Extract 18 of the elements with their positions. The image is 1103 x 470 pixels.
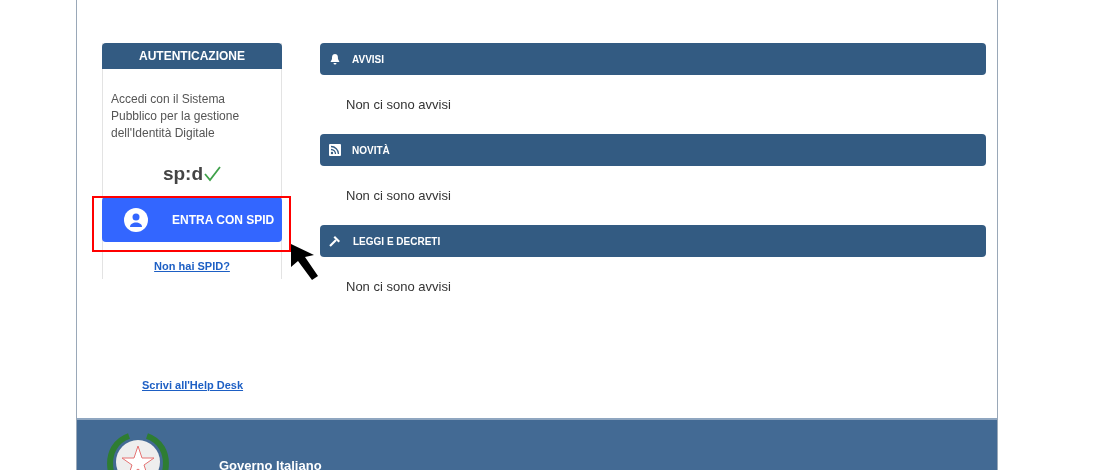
spid-login-button[interactable]: ENTRA CON SPID xyxy=(102,197,282,242)
section-title: LEGGI E DECRETI xyxy=(353,234,441,249)
empty-message: Non ci sono avvisi xyxy=(346,186,452,205)
gavel-icon xyxy=(329,235,342,247)
helpdesk-link[interactable]: Scrivi all'Help Desk xyxy=(142,376,282,393)
panel-header: AUTENTICAZIONE xyxy=(102,43,282,69)
section-title: AVVISI xyxy=(352,52,385,67)
empty-message: Non ci sono avvisi xyxy=(346,277,452,296)
footer-title[interactable]: Governo Italiano xyxy=(219,456,322,470)
bell-icon xyxy=(329,53,341,65)
rss-icon xyxy=(329,144,341,156)
description-text: Accedi con il Sistema Pubblico per la gestione dell'Identità Digitale xyxy=(110,91,241,142)
user-icon xyxy=(124,207,148,232)
checkmark-icon xyxy=(203,165,222,183)
spid-logo-text: sp:d xyxy=(162,164,204,183)
help-link[interactable]: Non hai SPID? xyxy=(154,258,230,275)
section-title: NOVITÀ xyxy=(352,143,390,158)
empty-message: Non ci sono avvisi xyxy=(346,95,452,114)
